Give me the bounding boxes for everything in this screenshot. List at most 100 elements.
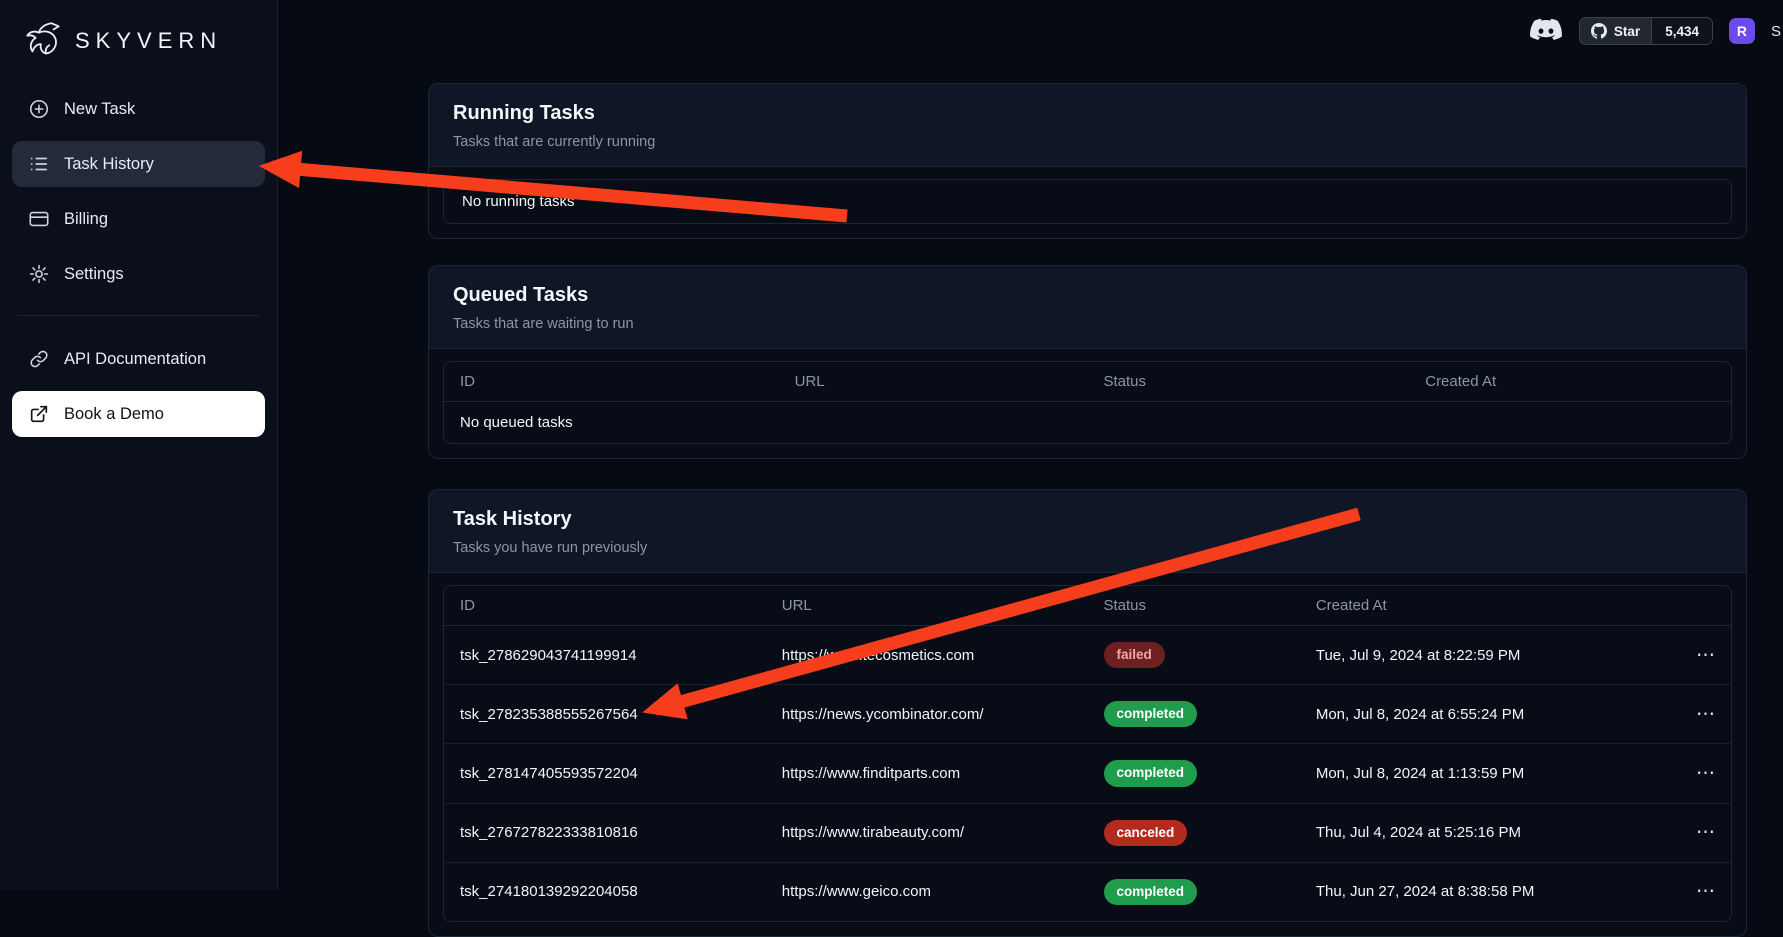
- credit-card-icon: [28, 208, 50, 230]
- row-actions-button[interactable]: ⋯: [1696, 646, 1715, 665]
- task-url-cell: https://www.tecosmetics.com: [766, 626, 1088, 685]
- sidebar-item-label: API Documentation: [64, 350, 206, 369]
- sidebar-item-label: New Task: [64, 100, 135, 119]
- row-actions-button[interactable]: ⋯: [1696, 764, 1715, 783]
- task-url-cell: https://www.tirabeauty.com/: [766, 803, 1088, 862]
- card-subtitle: Tasks you have run previously: [453, 540, 1722, 556]
- task-created-cell: Mon, Jul 8, 2024 at 1:13:59 PM: [1300, 744, 1673, 803]
- skyvern-logo-icon: [20, 18, 66, 64]
- table-header-row: ID URL Status Created At: [444, 362, 1731, 402]
- task-id-cell: tsk_278235388555267564: [444, 685, 766, 744]
- queued-tasks-table: ID URL Status Created At No queued tasks: [444, 362, 1731, 443]
- list-icon: [28, 153, 50, 175]
- status-badge: completed: [1104, 760, 1198, 786]
- table-row[interactable]: tsk_278147405593572204 https://www.findi…: [444, 744, 1731, 803]
- sidebar-item-api-documentation[interactable]: API Documentation: [12, 336, 265, 382]
- col-header-url: URL: [779, 362, 1088, 402]
- card-title: Queued Tasks: [453, 284, 1722, 307]
- task-status-cell: completed: [1088, 685, 1300, 744]
- app-root: SKYVERN New Task Task History Billing: [0, 0, 1783, 890]
- task-url-cell: https://news.ycombinator.com/: [766, 685, 1088, 744]
- task-actions-cell: ⋯: [1673, 803, 1731, 862]
- running-tasks-header: Running Tasks Tasks that are currently r…: [429, 84, 1746, 167]
- table-row[interactable]: tsk_278235388555267564 https://news.ycom…: [444, 685, 1731, 744]
- sidebar-item-billing[interactable]: Billing: [12, 196, 265, 242]
- card-title: Running Tasks: [453, 102, 1722, 125]
- brand-name: SKYVERN: [75, 28, 222, 54]
- github-star-count: 5,434: [1651, 18, 1712, 44]
- col-header-status: Status: [1088, 586, 1300, 626]
- sidebar: SKYVERN New Task Task History Billing: [0, 0, 278, 890]
- avatar[interactable]: R: [1729, 18, 1755, 44]
- main: Star 5,434 R S Running Tasks Tasks that …: [278, 0, 1783, 890]
- brand[interactable]: SKYVERN: [12, 14, 265, 86]
- task-status-cell: completed: [1088, 862, 1300, 921]
- sidebar-item-new-task[interactable]: New Task: [12, 86, 265, 132]
- table-row[interactable]: tsk_276727822333810816 https://www.tirab…: [444, 803, 1731, 862]
- table-header-row: ID URL Status Created At: [444, 586, 1731, 626]
- github-icon: [1591, 23, 1607, 39]
- sidebar-nav-primary: New Task Task History Billing Settings: [12, 86, 265, 297]
- task-actions-cell: ⋯: [1673, 685, 1731, 744]
- col-header-id: ID: [444, 586, 766, 626]
- sidebar-item-label: Settings: [64, 265, 124, 284]
- task-id-cell: tsk_278629043741199914: [444, 626, 766, 685]
- discord-icon[interactable]: [1529, 18, 1563, 45]
- row-actions-button[interactable]: ⋯: [1696, 705, 1715, 724]
- content: Running Tasks Tasks that are currently r…: [428, 83, 1747, 937]
- status-badge: completed: [1104, 701, 1198, 727]
- link-icon: [28, 348, 50, 370]
- col-header-actions: [1673, 586, 1731, 626]
- col-header-id: ID: [444, 362, 779, 402]
- task-created-cell: Mon, Jul 8, 2024 at 6:55:24 PM: [1300, 685, 1673, 744]
- task-status-cell: completed: [1088, 744, 1300, 803]
- task-created-cell: Thu, Jun 27, 2024 at 8:38:58 PM: [1300, 862, 1673, 921]
- task-created-cell: Tue, Jul 9, 2024 at 8:22:59 PM: [1300, 626, 1673, 685]
- gear-icon: [28, 263, 50, 285]
- sidebar-item-book-a-demo[interactable]: Book a Demo: [12, 391, 265, 437]
- row-actions-button[interactable]: ⋯: [1696, 823, 1715, 842]
- card-subtitle: Tasks that are waiting to run: [453, 316, 1722, 332]
- sidebar-item-task-history[interactable]: Task History: [12, 141, 265, 187]
- user-name-truncated: S: [1771, 23, 1781, 40]
- sidebar-item-settings[interactable]: Settings: [12, 251, 265, 297]
- history-table-body: tsk_278629043741199914 https://www.tecos…: [444, 626, 1731, 922]
- running-tasks-empty-message: No running tasks: [444, 180, 1731, 223]
- table-row[interactable]: tsk_278629043741199914 https://www.tecos…: [444, 626, 1731, 685]
- topbar: Star 5,434 R S: [1529, 15, 1783, 47]
- card-subtitle: Tasks that are currently running: [453, 134, 1722, 150]
- plus-circle-icon: [28, 98, 50, 120]
- empty-row: No queued tasks: [444, 402, 1731, 444]
- status-badge: completed: [1104, 879, 1198, 905]
- col-header-created-at: Created At: [1409, 362, 1731, 402]
- status-badge: canceled: [1104, 820, 1188, 846]
- task-status-cell: failed: [1088, 626, 1300, 685]
- row-actions-button[interactable]: ⋯: [1696, 882, 1715, 901]
- task-url-cell: https://www.finditparts.com: [766, 744, 1088, 803]
- task-status-cell: canceled: [1088, 803, 1300, 862]
- sidebar-item-label: Task History: [64, 155, 154, 174]
- github-star-button[interactable]: Star 5,434: [1579, 17, 1713, 45]
- table-row[interactable]: tsk_274180139292204058 https://www.geico…: [444, 862, 1731, 921]
- task-history-table: ID URL Status Created At tsk_27862904374…: [444, 586, 1731, 921]
- col-header-url: URL: [766, 586, 1088, 626]
- task-id-cell: tsk_278147405593572204: [444, 744, 766, 803]
- sidebar-item-label: Book a Demo: [64, 405, 164, 424]
- queued-tasks-header: Queued Tasks Tasks that are waiting to r…: [429, 266, 1746, 349]
- task-actions-cell: ⋯: [1673, 862, 1731, 921]
- task-history-card: Task History Tasks you have run previous…: [428, 489, 1747, 937]
- task-actions-cell: ⋯: [1673, 744, 1731, 803]
- github-star-label: Star: [1614, 24, 1640, 39]
- sidebar-divider: [18, 315, 259, 316]
- task-history-header: Task History Tasks you have run previous…: [429, 490, 1746, 573]
- task-created-cell: Thu, Jul 4, 2024 at 5:25:16 PM: [1300, 803, 1673, 862]
- sidebar-nav-secondary: API Documentation Book a Demo: [12, 336, 265, 437]
- col-header-created-at: Created At: [1300, 586, 1673, 626]
- card-title: Task History: [453, 508, 1722, 531]
- task-id-cell: tsk_274180139292204058: [444, 862, 766, 921]
- col-header-status: Status: [1087, 362, 1409, 402]
- task-url-cell: https://www.geico.com: [766, 862, 1088, 921]
- status-badge: failed: [1104, 642, 1165, 668]
- task-actions-cell: ⋯: [1673, 626, 1731, 685]
- queued-tasks-empty-message: No queued tasks: [444, 402, 1731, 444]
